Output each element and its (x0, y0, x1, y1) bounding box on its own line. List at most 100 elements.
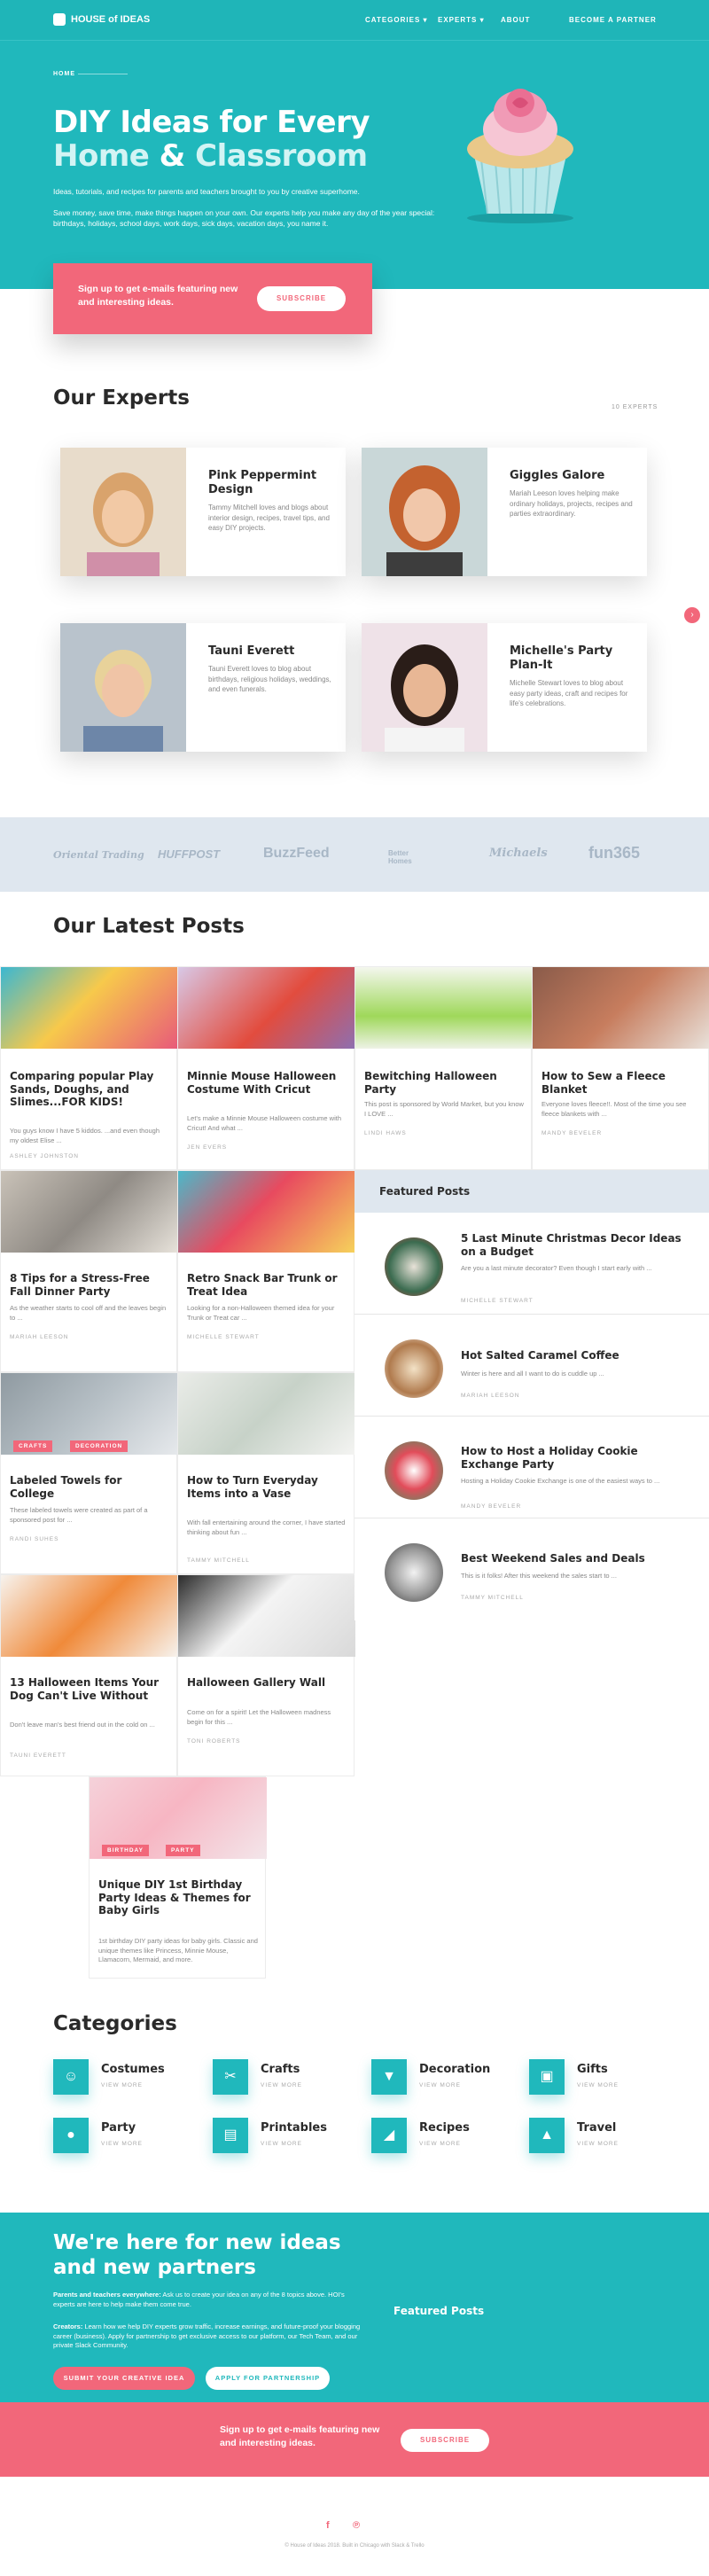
post-title[interactable]: How to Turn Everyday Items into a Vase (187, 1474, 347, 1500)
post-author[interactable]: MICHELLE STEWART (187, 1334, 260, 1340)
post-author[interactable]: RANDI SUHES (10, 1536, 58, 1542)
post-image[interactable] (178, 1171, 355, 1253)
category-printables[interactable]: ▤ Printables VIEW MORE (213, 2118, 354, 2153)
view-more-link[interactable]: VIEW MORE (419, 2141, 461, 2147)
facebook-icon[interactable]: f (326, 2520, 330, 2531)
featured-post-image[interactable] (385, 1339, 443, 1398)
post-card[interactable]: Bewitching Halloween Party This post is … (354, 966, 533, 1170)
view-more-link[interactable]: VIEW MORE (419, 2082, 461, 2088)
post-author[interactable]: LINDI HAWS (364, 1130, 407, 1136)
post-card[interactable]: Comparing popular Play Sands, Doughs, an… (0, 966, 178, 1170)
post-author[interactable]: TAMMY MITCHELL (187, 1557, 250, 1564)
category-decoration[interactable]: ▼ Decoration VIEW MORE (371, 2059, 513, 2095)
category-recipes[interactable]: ◢ Recipes VIEW MORE (371, 2118, 513, 2153)
breadcrumb[interactable]: HOME (53, 71, 75, 77)
post-card[interactable]: BIRTHDAY PARTY Unique DIY 1st Birthday P… (89, 1776, 267, 1979)
expert-name[interactable]: Tauni Everett (208, 644, 332, 659)
post-title[interactable]: How to Sew a Fleece Blanket (541, 1070, 701, 1096)
category-crafts[interactable]: ✂ Crafts VIEW MORE (213, 2059, 354, 2095)
post-image[interactable] (1, 967, 178, 1049)
expert-name[interactable]: Giggles Galore (510, 469, 634, 483)
post-title[interactable]: Halloween Gallery Wall (187, 1676, 347, 1690)
featured-post-image[interactable] (385, 1237, 443, 1296)
nav-categories[interactable]: CATEGORIES ▾ (365, 16, 428, 24)
featured-post-image[interactable] (385, 1543, 443, 1602)
featured-post[interactable]: 5 Last Minute Christmas Decor Ideas on a… (354, 1213, 709, 1315)
post-author[interactable]: TAUNI EVERETT (10, 1752, 66, 1759)
expert-name[interactable]: Michelle's Party Plan-It (510, 644, 634, 673)
view-more-link[interactable]: VIEW MORE (261, 2141, 302, 2147)
subscribe-button[interactable]: SUBSCRIBE (257, 286, 346, 311)
post-card[interactable]: Retro Snack Bar Trunk or Treat Idea Look… (177, 1170, 355, 1372)
submit-idea-button[interactable]: SUBMIT YOUR CREATIVE IDEA (53, 2367, 195, 2390)
post-title[interactable]: Minnie Mouse Halloween Costume With Cric… (187, 1070, 347, 1096)
apply-partnership-button[interactable]: APPLY FOR PARTNERSHIP (206, 2367, 330, 2390)
view-more-link[interactable]: VIEW MORE (101, 2082, 143, 2088)
post-title[interactable]: Retro Snack Bar Trunk or Treat Idea (187, 1272, 347, 1298)
become-partner-link[interactable]: BECOME A PARTNER (569, 16, 657, 24)
post-image[interactable] (1, 1171, 178, 1253)
post-image[interactable] (1, 1575, 178, 1657)
featured-post-image[interactable] (385, 1441, 443, 1500)
expert-card[interactable]: Pink Peppermint Design Tammy Mitchell lo… (60, 448, 346, 576)
expert-card[interactable]: Michelle's Party Plan-It Michelle Stewar… (362, 623, 647, 752)
featured-post-title[interactable]: Best Weekend Sales and Deals (461, 1552, 691, 1565)
featured-post-author[interactable]: TAMMY MITCHELL (461, 1595, 524, 1601)
post-author[interactable]: ASHLEY JOHNSTON (10, 1153, 79, 1159)
post-card[interactable]: Minnie Mouse Halloween Costume With Cric… (177, 966, 355, 1170)
nav-experts[interactable]: EXPERTS ▾ (438, 16, 485, 24)
post-author[interactable]: TONI ROBERTS (187, 1738, 241, 1745)
featured-post-author[interactable]: MARIAH LEESON (461, 1393, 519, 1399)
post-title[interactable]: 13 Halloween Items Your Dog Can't Live W… (10, 1676, 169, 1702)
post-title[interactable]: Unique DIY 1st Birthday Party Ideas & Th… (98, 1878, 258, 1917)
post-image[interactable] (178, 1373, 355, 1455)
post-image[interactable] (533, 967, 709, 1049)
post-card[interactable]: How to Sew a Fleece Blanket Everyone lov… (532, 966, 709, 1170)
post-card[interactable]: Halloween Gallery Wall Come on for a spi… (177, 1574, 355, 1776)
nav-about[interactable]: ABOUT (501, 16, 530, 24)
post-author[interactable]: MANDY BEVELER (541, 1130, 602, 1136)
view-more-link[interactable]: VIEW MORE (261, 2082, 302, 2088)
post-card[interactable]: 8 Tips for a Stress-Free Fall Dinner Par… (0, 1170, 178, 1372)
post-title[interactable]: Labeled Towels for College (10, 1474, 169, 1500)
pinterest-icon[interactable]: ℗ (353, 2520, 360, 2531)
category-party[interactable]: ● Party VIEW MORE (53, 2118, 195, 2153)
brand-logo[interactable]: HOUSE of IDEAS (53, 13, 150, 26)
featured-post[interactable]: Hot Salted Caramel Coffee Winter is here… (354, 1315, 709, 1417)
featured-post-author[interactable]: MICHELLE STEWART (461, 1298, 534, 1304)
post-image[interactable] (355, 967, 533, 1049)
featured-post-title[interactable]: Hot Salted Caramel Coffee (461, 1349, 691, 1362)
featured-post[interactable]: How to Host a Holiday Cookie Exchange Pa… (354, 1417, 709, 1518)
post-title[interactable]: Bewitching Halloween Party (364, 1070, 524, 1096)
tag-decoration[interactable]: DECORATION (70, 1440, 129, 1452)
post-image[interactable] (178, 967, 355, 1049)
category-name: Crafts (261, 2063, 300, 2076)
tag-birthday[interactable]: BIRTHDAY (102, 1845, 149, 1856)
category-travel[interactable]: ▲ Travel VIEW MORE (529, 2118, 671, 2153)
expert-card[interactable]: Tauni Everett Tauni Everett loves to blo… (60, 623, 346, 752)
featured-post-author[interactable]: MANDY BEVELER (461, 1503, 521, 1510)
featured-post-title[interactable]: 5 Last Minute Christmas Decor Ideas on a… (461, 1232, 691, 1259)
tag-party[interactable]: PARTY (166, 1845, 200, 1856)
post-title[interactable]: Comparing popular Play Sands, Doughs, an… (10, 1070, 169, 1109)
view-more-link[interactable]: VIEW MORE (577, 2141, 619, 2147)
category-gifts[interactable]: ▣ Gifts VIEW MORE (529, 2059, 671, 2095)
post-author[interactable]: JEN EVERS (187, 1144, 227, 1151)
post-image[interactable] (178, 1575, 355, 1657)
post-card[interactable]: 13 Halloween Items Your Dog Can't Live W… (0, 1574, 178, 1776)
post-title[interactable]: 8 Tips for a Stress-Free Fall Dinner Par… (10, 1272, 169, 1298)
view-more-link[interactable]: VIEW MORE (101, 2141, 143, 2147)
category-costumes[interactable]: ☺ Costumes VIEW MORE (53, 2059, 195, 2095)
subscribe-button[interactable]: SUBSCRIBE (401, 2429, 489, 2452)
next-arrow-icon[interactable]: › (684, 607, 700, 623)
tag-crafts[interactable]: CRAFTS (13, 1440, 53, 1452)
expert-name[interactable]: Pink Peppermint Design (208, 469, 332, 497)
featured-post[interactable]: Best Weekend Sales and Deals This is it … (354, 1518, 709, 1620)
post-card[interactable]: CRAFTS DECORATION Labeled Towels for Col… (0, 1372, 178, 1574)
expert-card[interactable]: Giggles Galore Mariah Leeson loves helpi… (362, 448, 647, 576)
featured-post-title[interactable]: How to Host a Holiday Cookie Exchange Pa… (461, 1445, 691, 1471)
partner-parents-text: Parents and teachers everywhere: Ask us … (53, 2291, 345, 2308)
view-more-link[interactable]: VIEW MORE (577, 2082, 619, 2088)
post-author[interactable]: MARIAH LEESON (10, 1334, 68, 1340)
post-card[interactable]: How to Turn Everyday Items into a Vase W… (177, 1372, 355, 1574)
